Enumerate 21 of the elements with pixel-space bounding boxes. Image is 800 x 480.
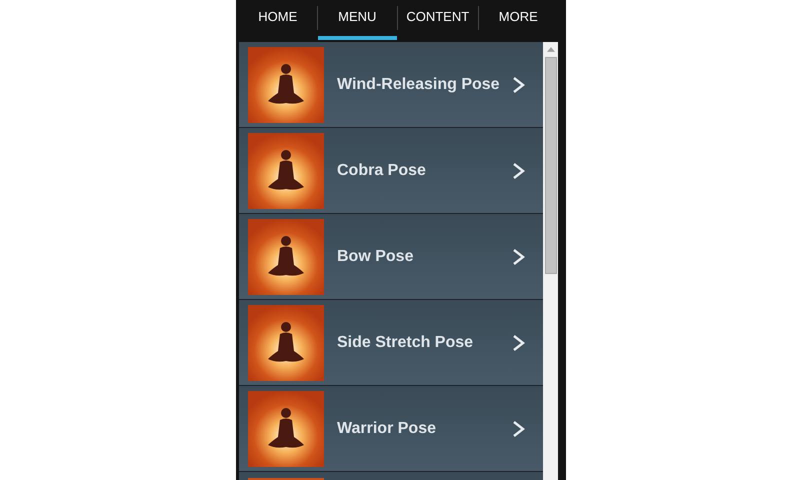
nav-tab[interactable]: MORE [478,0,558,40]
chevron-right-icon [512,334,526,352]
list-item[interactable]: Wind-Releasing Pose [239,42,543,127]
list-item[interactable]: Bow Pose [239,214,543,299]
pose-title: Warrior Pose [337,420,436,438]
up-arrow-icon[interactable] [546,47,554,52]
chevron-right-icon [512,420,526,438]
chevron-right-icon [512,248,526,266]
scrollbar-thumb[interactable] [544,57,556,274]
nav-tab[interactable]: CONTENT [398,0,478,40]
chevron-right-icon [512,76,526,94]
list-item[interactable]: Cobra Pose [239,128,543,213]
pose-title: Side Stretch Pose [337,334,474,352]
nav-tab[interactable]: HOME [239,0,317,40]
pose-title: Bow Pose [337,248,414,266]
chevron-right-icon [512,162,526,180]
list-item[interactable]: Side Stretch Pose [239,300,543,385]
scrollbar[interactable] [543,42,558,480]
pose-title: Wind-Releasing Pose [337,76,500,94]
pose-title: Cobra Pose [337,162,426,180]
list-item[interactable]: Warrior Pose [239,386,543,471]
